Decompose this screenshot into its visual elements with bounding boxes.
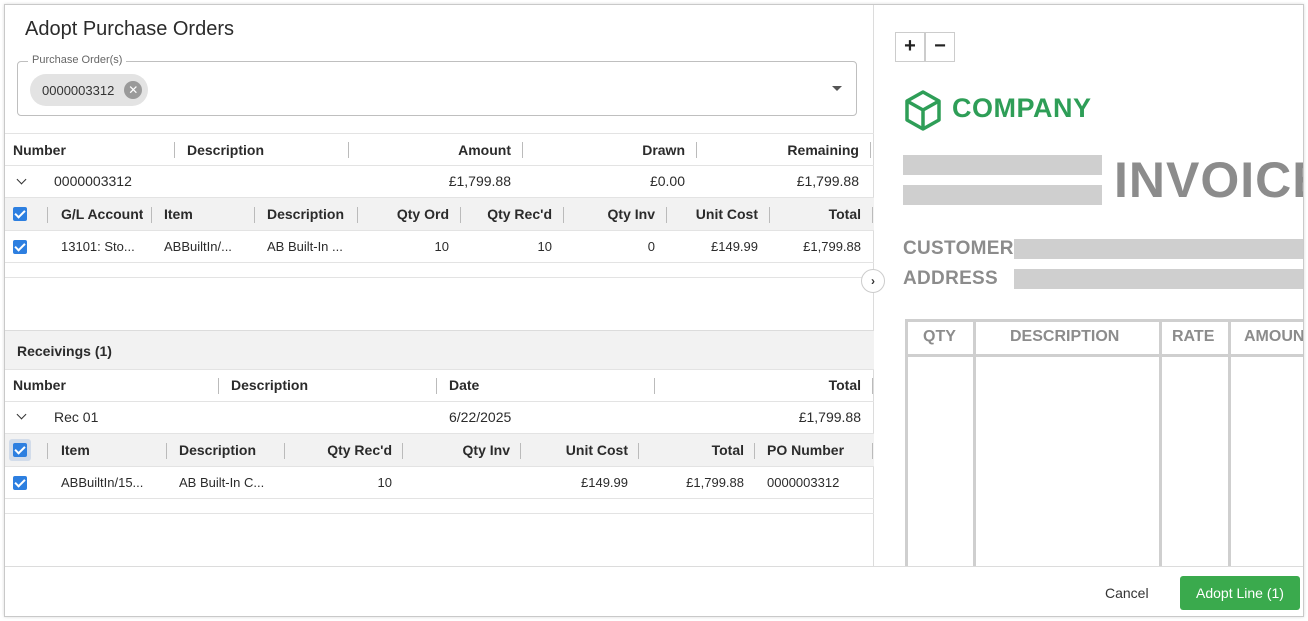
po-row[interactable]: 0000003312 £1,799.88 £0.00 £1,799.88 — [5, 166, 874, 198]
po-table-spacer — [5, 263, 874, 278]
rec-line-row[interactable]: ABBuiltIn/15... AB Built-In C... 10 £149… — [5, 467, 874, 499]
rec-table-spacer — [5, 499, 874, 514]
rec-col-qty-inv[interactable]: Qty Inv — [406, 442, 510, 458]
line-unit-cost: £149.99 — [711, 239, 758, 254]
col-total[interactable]: Total — [773, 206, 861, 222]
invoice-col-qty: QTY — [923, 328, 956, 345]
rec-select-all-checkbox[interactable] — [13, 443, 27, 457]
receivings-header: Number Description Date Total — [5, 370, 874, 402]
zoom-out-button[interactable]: − — [925, 32, 955, 62]
adopt-line-button[interactable]: Adopt Line (1) — [1180, 576, 1300, 610]
chevron-down-icon[interactable] — [16, 409, 27, 420]
rec-line-po-number: 0000003312 — [767, 475, 840, 490]
col-drawn[interactable]: Drawn — [529, 142, 685, 158]
receivings-title: Receivings (1) — [17, 343, 112, 359]
rec-col-total[interactable]: Total — [661, 377, 861, 393]
select-all-checkbox[interactable] — [13, 207, 27, 221]
rec-col-description[interactable]: Description — [231, 377, 308, 393]
caret-down-icon[interactable] — [832, 86, 842, 91]
col-description[interactable]: Description — [187, 142, 264, 158]
po-field-label: Purchase Order(s) — [28, 54, 127, 66]
po-table-header: Number Description Amount Drawn Remainin… — [5, 133, 874, 166]
invoice-table: QTY DESCRIPTION RATE AMOUNT — [905, 319, 1303, 566]
rec-col-total[interactable]: Total — [642, 442, 744, 458]
rec-date: 6/22/2025 — [449, 409, 512, 425]
rec-line-header: Item Description Qty Rec'd Qty Inv Unit … — [5, 434, 874, 467]
po-drawn: £0.00 — [649, 173, 685, 189]
col-number[interactable]: Number — [13, 142, 66, 158]
col-qty-ord[interactable]: Qty Ord — [361, 206, 449, 222]
dialog-footer: Cancel Adopt Line (1) — [5, 566, 1303, 616]
placeholder-bar — [1014, 239, 1303, 259]
placeholder-bar — [903, 185, 1102, 205]
receivings-section: Receivings (1) — [5, 330, 874, 370]
rec-line-checkbox[interactable] — [13, 476, 27, 490]
rec-line-item: ABBuiltIn/15... — [61, 475, 144, 490]
line-total: £1,799.88 — [803, 239, 861, 254]
cancel-button[interactable]: Cancel — [1105, 585, 1149, 601]
adopt-po-dialog: Adopt Purchase Orders Purchase Order(s) … — [4, 4, 1304, 617]
rec-line-unit-cost: £149.99 — [581, 475, 628, 490]
line-description: AB Built-In ... — [267, 239, 343, 254]
col-unit-cost[interactable]: Unit Cost — [670, 206, 758, 222]
zoom-in-button[interactable]: + — [895, 32, 925, 62]
line-checkbox[interactable] — [13, 240, 27, 254]
line-item: ABBuiltIn/... — [164, 239, 232, 254]
col-remaining[interactable]: Remaining — [703, 142, 859, 158]
line-qty-recd: 10 — [537, 239, 552, 254]
address-label: ADDRESS — [903, 268, 999, 289]
placeholder-bar — [903, 155, 1102, 175]
po-line-header: G/L Account Item Description Qty Ord Qty… — [5, 198, 874, 231]
po-amount: £1,799.88 — [448, 173, 511, 189]
col-item[interactable]: Item — [164, 206, 193, 222]
po-chip: 0000003312 ✕ — [30, 74, 149, 106]
col-line-description[interactable]: Description — [267, 206, 344, 222]
rec-line-description: AB Built-In C... — [179, 475, 265, 490]
chevron-down-icon[interactable] — [16, 174, 27, 185]
placeholder-bar — [1014, 269, 1303, 289]
rec-col-number[interactable]: Number — [13, 377, 66, 393]
col-qty-inv[interactable]: Qty Inv — [567, 206, 655, 222]
rec-col-date[interactable]: Date — [449, 377, 479, 393]
po-number: 0000003312 — [54, 173, 132, 189]
rec-col-po-number[interactable]: PO Number — [767, 442, 844, 458]
invoice-col-amount: AMOUNT — [1244, 328, 1303, 345]
chevron-right-icon[interactable]: › — [861, 269, 885, 293]
rec-line-qty-recd: 10 — [377, 475, 392, 490]
receiving-row[interactable]: Rec 01 6/22/2025 £1,799.88 — [5, 402, 874, 434]
line-gl-account: 13101: Sto... — [61, 239, 135, 254]
invoice-col-rate: RATE — [1172, 328, 1215, 345]
rec-col-item[interactable]: Item — [61, 442, 90, 458]
close-circle-icon[interactable]: ✕ — [124, 81, 143, 99]
rec-col-unit-cost[interactable]: Unit Cost — [524, 442, 628, 458]
po-line-row[interactable]: 13101: Sto... ABBuiltIn/... AB Built-In … — [5, 231, 874, 263]
rec-line-total: £1,799.88 — [686, 475, 744, 490]
line-qty-inv: 0 — [647, 239, 655, 254]
col-qty-recd[interactable]: Qty Rec'd — [464, 206, 552, 222]
rec-col-qty-recd[interactable]: Qty Rec'd — [288, 442, 392, 458]
po-remaining: £1,799.88 — [796, 173, 859, 189]
invoice-heading: INVOICE — [1114, 152, 1303, 208]
col-gl-account[interactable]: G/L Account — [61, 206, 143, 222]
rec-col-line-description[interactable]: Description — [179, 442, 256, 458]
dialog-title: Adopt Purchase Orders — [25, 18, 234, 40]
company-name: COMPANY — [952, 93, 1092, 123]
rec-number: Rec 01 — [54, 409, 99, 425]
invoice-col-description: DESCRIPTION — [1010, 328, 1120, 345]
po-chip-label: 0000003312 — [42, 82, 115, 98]
cube-icon — [905, 90, 941, 131]
invoice-preview-panel: + − COMPANY INVOICE CUSTOMER ADDRESS QTY… — [874, 5, 1303, 566]
line-qty-ord: 10 — [434, 239, 449, 254]
left-panel: Adopt Purchase Orders Purchase Order(s) … — [5, 5, 874, 566]
purchase-order-select[interactable]: Purchase Order(s) 0000003312 ✕ — [17, 54, 857, 116]
customer-label: CUSTOMER — [903, 238, 1014, 259]
col-amount[interactable]: Amount — [355, 142, 511, 158]
rec-total: £1,799.88 — [798, 409, 861, 425]
